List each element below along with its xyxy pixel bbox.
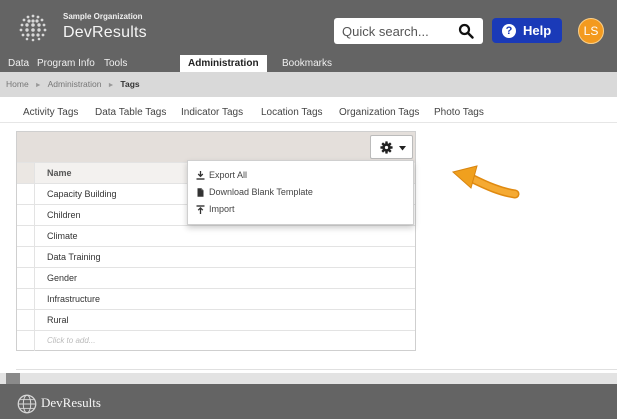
breadcrumb: Home ► Administration ► Tags (0, 72, 617, 97)
settings-dropdown-menu: Export All Download Blank Template Impor… (187, 160, 414, 225)
download-icon (196, 171, 205, 180)
page: Sample Organization DevResults ? Help LS… (0, 0, 617, 419)
menu-item-label: Export All (209, 170, 248, 180)
menu-item-download-blank-template[interactable]: Download Blank Template (188, 184, 413, 201)
tag-name-cell[interactable]: Rural (47, 310, 69, 330)
tab-activity-tags[interactable]: Activity Tags (23, 97, 78, 123)
nav-item-program-info[interactable]: Program Info (37, 55, 95, 72)
chevron-right-icon: ► (34, 82, 42, 89)
row-handle (17, 163, 35, 183)
row-handle (17, 331, 35, 351)
table-row[interactable]: Infrastructure (17, 288, 415, 309)
row-handle (17, 289, 35, 309)
row-handle (17, 247, 35, 267)
grid-toolbar (17, 132, 415, 162)
row-handle (17, 205, 35, 225)
table-row[interactable]: Climate (17, 225, 415, 246)
table-row[interactable]: Data Training (17, 246, 415, 267)
chevron-right-icon: ► (107, 82, 115, 89)
nav-item-data[interactable]: Data (8, 55, 29, 72)
footer-app-name: DevResults (41, 395, 101, 410)
quick-search-input[interactable] (342, 23, 452, 39)
quick-search-box (334, 18, 483, 44)
nav-item-bookmarks[interactable]: Bookmarks (282, 55, 332, 72)
tab-indicator-tags[interactable]: Indicator Tags (181, 97, 243, 123)
column-header-name[interactable]: Name (47, 163, 72, 183)
menu-item-import[interactable]: Import (188, 201, 413, 218)
nav-item-administration[interactable]: Administration (180, 55, 267, 72)
question-circle-icon: ? (502, 23, 516, 38)
gear-icon (380, 141, 393, 154)
user-avatar[interactable]: LS (578, 18, 604, 44)
row-handle (17, 310, 35, 330)
menu-item-label: Download Blank Template (209, 187, 313, 197)
app-name[interactable]: DevResults (63, 24, 147, 42)
tab-photo-tags[interactable]: Photo Tags (434, 97, 484, 123)
app-header: Sample Organization DevResults ? Help LS (0, 0, 617, 55)
globe-logo-icon (17, 394, 37, 414)
add-row[interactable]: Click to add... (17, 330, 415, 351)
settings-menu-button[interactable] (370, 135, 413, 159)
divider (16, 369, 617, 370)
help-button-label: Help (523, 23, 552, 38)
add-tag-cell[interactable]: Click to add... (47, 331, 95, 351)
main-nav: Data Program Info Tools Administration B… (0, 55, 617, 72)
tab-data-table-tags[interactable]: Data Table Tags (95, 97, 166, 123)
row-handle (17, 184, 35, 204)
menu-item-export-all[interactable]: Export All (188, 167, 413, 184)
globe-logo-icon[interactable] (17, 12, 49, 44)
breadcrumb-home[interactable]: Home (6, 79, 29, 89)
table-row[interactable]: Gender (17, 267, 415, 288)
menu-item-label: Import (209, 204, 235, 214)
table-row[interactable]: Rural (17, 309, 415, 330)
app-footer: DevResults (0, 384, 617, 419)
file-icon (197, 188, 204, 197)
row-handle (17, 226, 35, 246)
annotation-arrow-icon (451, 165, 520, 199)
tag-name-cell[interactable]: Gender (47, 268, 77, 288)
scrollbar-thumb[interactable] (6, 373, 20, 384)
breadcrumb-current: Tags (120, 79, 140, 89)
horizontal-scrollbar[interactable] (0, 373, 617, 384)
tag-name-cell[interactable]: Infrastructure (47, 289, 100, 309)
row-handle (17, 268, 35, 288)
search-icon[interactable] (458, 23, 474, 39)
tab-location-tags[interactable]: Location Tags (261, 97, 323, 123)
tab-organization-tags[interactable]: Organization Tags (339, 97, 419, 123)
tag-name-cell[interactable]: Capacity Building (47, 184, 117, 204)
tag-name-cell[interactable]: Climate (47, 226, 78, 246)
nav-item-tools[interactable]: Tools (104, 55, 127, 72)
breadcrumb-administration[interactable]: Administration (48, 79, 102, 89)
help-button[interactable]: ? Help (492, 18, 562, 43)
tag-name-cell[interactable]: Data Training (47, 247, 101, 267)
tag-name-cell[interactable]: Children (47, 205, 81, 225)
tag-tabs: Activity Tags Data Table Tags Indicator … (0, 97, 617, 123)
organization-name: Sample Organization (63, 12, 143, 21)
caret-down-icon (399, 146, 406, 151)
upload-icon (196, 205, 205, 214)
